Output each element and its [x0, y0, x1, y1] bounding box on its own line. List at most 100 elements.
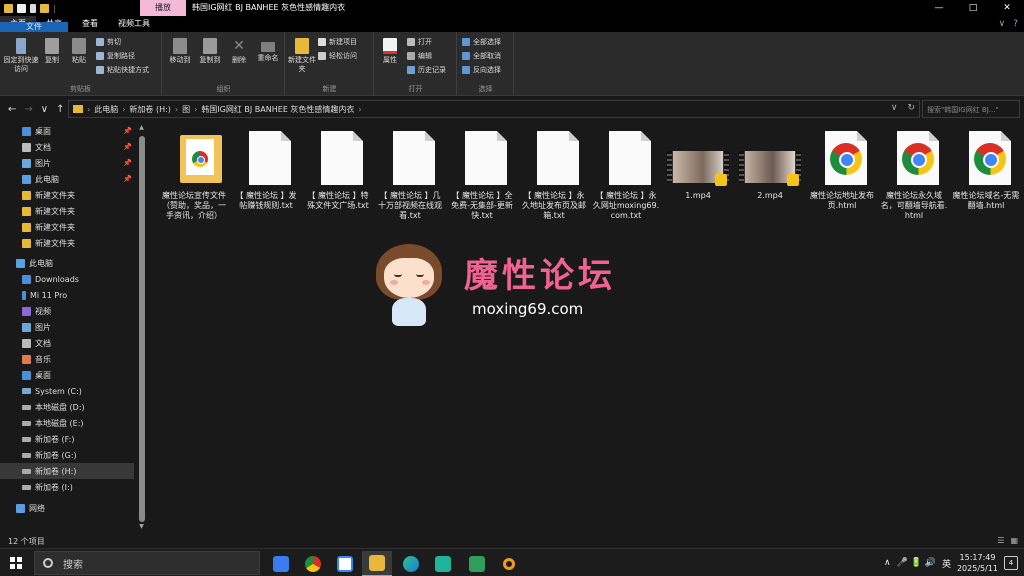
notification-center-icon[interactable]: 4 [1004, 556, 1018, 570]
help-button[interactable]: ? [1013, 19, 1018, 29]
context-tab-play[interactable]: 播放 [140, 0, 186, 16]
easy-access-button[interactable]: 轻松访问 [318, 51, 357, 61]
back-button[interactable]: ← [8, 104, 16, 115]
taskbar-search[interactable]: 搜索 [34, 551, 260, 575]
cut-button[interactable]: 剪切 [96, 37, 121, 47]
delete-button[interactable]: ✕ 删除 [227, 36, 251, 65]
breadcrumb-folder[interactable]: 图 [182, 104, 190, 115]
clock[interactable]: 15:17:49 2025/5/11 [957, 552, 998, 574]
file-item-txt[interactable]: 【 魔性论坛 】全免费-无集部-更新快.txt [448, 127, 516, 221]
scroll-up-icon[interactable]: ▲ [137, 124, 146, 131]
copy-button[interactable]: 复制 [40, 36, 64, 65]
input-language[interactable]: 英 [942, 557, 951, 570]
sidebar-item-this-pc[interactable]: 此电脑 [0, 255, 134, 271]
sidebar-item-phone[interactable]: Mi 11 Pro [0, 287, 134, 303]
sidebar-item-documents[interactable]: 文档 📌 [0, 139, 134, 155]
tab-view[interactable]: 查看 [72, 16, 108, 32]
taskbar-app-file-explorer[interactable] [362, 551, 392, 576]
tray-chevron-icon[interactable]: ∧ [884, 558, 891, 568]
open-button[interactable]: 打开 [407, 37, 432, 47]
file-item-txt[interactable]: 【 魔性论坛 】几十万部视频在线观看.txt [376, 127, 444, 221]
maximize-button[interactable]: □ [956, 0, 990, 16]
pin-icon[interactable] [30, 3, 36, 13]
sidebar-item-videos[interactable]: 视频 [0, 303, 134, 319]
paste-button[interactable]: 粘贴 [66, 36, 92, 65]
taskbar-app-green[interactable] [462, 551, 492, 576]
sidebar-item-new-folder[interactable]: 新建文件夹 [0, 219, 134, 235]
select-none-button[interactable]: 全部取消 [462, 51, 501, 61]
sidebar-item-pictures[interactable]: 图片 📌 [0, 155, 134, 171]
sidebar-item-desktop[interactable]: 桌面 📌 [0, 123, 134, 139]
recent-locations-button[interactable]: ∨ [41, 104, 48, 115]
rename-button[interactable]: 重命名 [253, 36, 283, 63]
forward-button[interactable]: → [24, 104, 32, 115]
scroll-down-icon[interactable]: ▼ [137, 523, 146, 530]
tab-video-tools[interactable]: 视频工具 [108, 16, 160, 32]
file-item-folder[interactable]: 魔性论坛宣传文件（赞助，奖品，一手资讯，介绍） [160, 127, 228, 221]
sidebar-item-new-folder[interactable]: 新建文件夹 [0, 235, 134, 251]
file-item-txt[interactable]: 【 魔性论坛 】永久地址发布页及邮箱.txt [520, 127, 588, 221]
copy-path-button[interactable]: 复制路径 [96, 51, 135, 61]
taskbar-app-feishu[interactable] [266, 551, 296, 576]
refresh-button[interactable]: ↻ [907, 103, 915, 113]
select-all-button[interactable]: 全部选择 [462, 37, 501, 47]
search-input[interactable]: 搜索"韩国IG网红 BJ..." [922, 100, 1020, 118]
new-item-button[interactable]: 新建项目 [318, 37, 357, 47]
file-item-txt[interactable]: 【 魔性论坛 】永久网址moxing69.com.txt [592, 127, 660, 221]
sidebar-item-drive-d[interactable]: 本地磁盘 (D:) [0, 399, 134, 415]
file-item-txt[interactable]: 【 魔性论坛 】发帖赚钱规则.txt [232, 127, 300, 211]
copy-to-button[interactable]: 复制到 [195, 36, 225, 65]
sidebar-item-downloads[interactable]: Downloads [0, 271, 134, 287]
sidebar-scrollbar[interactable]: ▲ ▼ [137, 124, 146, 530]
sidebar-item-music[interactable]: 音乐 [0, 351, 134, 367]
sidebar-item-drive-h[interactable]: 新加卷 (H:) [0, 463, 134, 479]
address-dropdown-button[interactable]: ∨ [891, 103, 898, 113]
paste-shortcut-button[interactable]: 粘贴快捷方式 [96, 65, 149, 75]
file-item-html[interactable]: 魔性论坛域名-无需翻墙.html [952, 127, 1020, 211]
invert-selection-button[interactable]: 反向选择 [462, 65, 501, 75]
tray-status-icons[interactable]: 🎤 🔋 🔊 [897, 558, 936, 568]
file-item-txt[interactable]: 【 魔性论坛 】特殊文件文广场.txt [304, 127, 372, 211]
sidebar-item-new-folder[interactable]: 新建文件夹 [0, 203, 134, 219]
file-item-html[interactable]: 魔性论坛地址发布页.html [808, 127, 876, 211]
sidebar-item-drive-g[interactable]: 新加卷 (G:) [0, 447, 134, 463]
sidebar-item-pictures[interactable]: 图片 [0, 319, 134, 335]
breadcrumb-current[interactable]: 韩国IG网红 BJ BANHEE 灰色性感情趣内衣 [201, 104, 354, 115]
sidebar-item-this-pc-pinned[interactable]: 此电脑 📌 [0, 171, 134, 187]
taskbar-app-chrome[interactable] [298, 551, 328, 576]
scrollbar-thumb[interactable] [139, 136, 145, 522]
expand-ribbon-button[interactable]: ∨ [999, 19, 1006, 29]
up-button[interactable]: ↑ [56, 104, 64, 115]
sidebar-item-desktop[interactable]: 桌面 [0, 367, 134, 383]
edit-button[interactable]: 编辑 [407, 51, 432, 61]
taskbar-app-search-tool[interactable] [494, 551, 524, 576]
file-item-video[interactable]: 2.mp4 [736, 127, 804, 201]
sidebar-item-drive-e[interactable]: 本地磁盘 (E:) [0, 415, 134, 431]
new-folder-icon[interactable] [40, 3, 49, 13]
sidebar-item-network[interactable]: 网络 [0, 500, 134, 516]
details-view-icon[interactable]: ☰ [997, 536, 1004, 545]
properties-icon[interactable] [17, 3, 26, 13]
file-item-video[interactable]: 1.mp4 [664, 127, 732, 201]
taskbar-app-teal[interactable] [428, 551, 458, 576]
move-to-button[interactable]: 移动到 [165, 36, 195, 65]
taskbar-app-baidu-netdisk[interactable] [330, 551, 360, 576]
properties-button[interactable]: 属性 [377, 36, 403, 65]
sidebar-item-drive-i[interactable]: 新加卷 (I:) [0, 479, 134, 495]
breadcrumb-this-pc[interactable]: 此电脑 [94, 104, 118, 115]
new-folder-button[interactable]: 新建文件夹 [288, 36, 316, 74]
close-button[interactable]: ✕ [990, 0, 1024, 16]
minimize-button[interactable]: — [922, 0, 956, 16]
breadcrumb-drive[interactable]: 新加卷 (H:) [129, 104, 171, 115]
history-button[interactable]: 历史记录 [407, 65, 446, 75]
taskbar-app-edge[interactable] [396, 551, 426, 576]
large-icons-view-icon[interactable]: ▦ [1010, 536, 1018, 545]
sidebar-item-drive-c[interactable]: System (C:) [0, 383, 134, 399]
file-item-html[interactable]: 魔性论坛永久域名，可翻墙导航看.html [880, 127, 948, 221]
pin-quick-access-button[interactable]: 固定到快速访问 [2, 36, 40, 74]
sidebar-item-documents[interactable]: 文档 [0, 335, 134, 351]
windows-start-icon[interactable] [10, 557, 22, 569]
sidebar-item-new-folder[interactable]: 新建文件夹 [0, 187, 134, 203]
sidebar-item-drive-f[interactable]: 新加卷 (F:) [0, 431, 134, 447]
folder-icon[interactable] [4, 3, 13, 13]
